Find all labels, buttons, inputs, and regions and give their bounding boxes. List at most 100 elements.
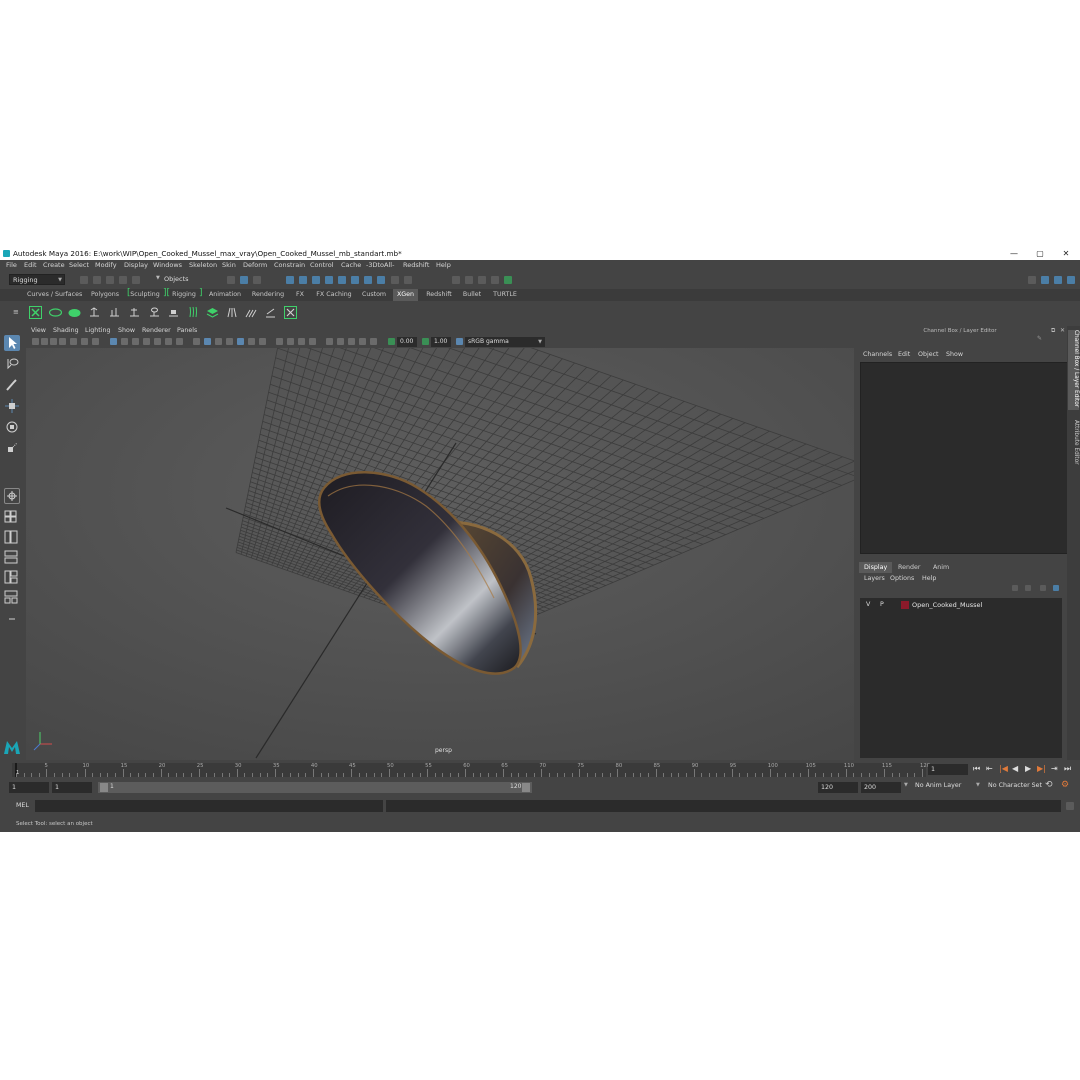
xgen-guides-to-curves-icon[interactable] bbox=[187, 306, 200, 319]
modeling-toolkit-icon[interactable] bbox=[1028, 276, 1036, 284]
layer-name[interactable]: Open_Cooked_Mussel bbox=[912, 601, 982, 609]
select-tool-icon[interactable] bbox=[4, 335, 20, 351]
menu-windows[interactable]: Windows bbox=[153, 261, 182, 269]
custom-layout-icon[interactable] bbox=[4, 590, 20, 604]
minimize-button[interactable]: — bbox=[1004, 247, 1024, 260]
persp-outliner-layout-icon[interactable] bbox=[4, 530, 20, 544]
backface-icon[interactable] bbox=[237, 338, 244, 345]
range-bar[interactable]: 1 120 bbox=[98, 782, 532, 793]
time-ruler[interactable]: 1 5 10 15 20 25 30 35 40 45 50 55 60 65 70 75 80 85 90 95 1… bbox=[12, 763, 930, 777]
maximize-button[interactable]: ▢ bbox=[1030, 247, 1050, 260]
xgen-select-guides-icon[interactable] bbox=[148, 306, 161, 319]
menu-skin[interactable]: Skin bbox=[222, 261, 236, 269]
render-current-icon[interactable] bbox=[465, 276, 473, 284]
grease-pencil-icon[interactable] bbox=[70, 338, 77, 345]
render-view-icon[interactable] bbox=[452, 276, 460, 284]
wireframe-on-shaded-icon[interactable] bbox=[132, 338, 139, 345]
xgen-groom-icon[interactable] bbox=[226, 306, 239, 319]
smooth-shade-icon[interactable] bbox=[121, 338, 128, 345]
single-perspective-layout-icon[interactable] bbox=[4, 488, 20, 504]
menu-control[interactable]: Control bbox=[310, 261, 334, 269]
layers-menu[interactable]: Layers bbox=[864, 575, 885, 582]
exposure-icon[interactable] bbox=[388, 338, 395, 345]
step-back-key-icon[interactable]: ⇤ bbox=[986, 764, 993, 773]
rotate-tool-icon[interactable] bbox=[4, 419, 20, 435]
xgen-sculpt-guide-icon[interactable] bbox=[108, 306, 121, 319]
anim-layer-label[interactable]: No Anim Layer bbox=[915, 782, 961, 789]
close-button[interactable]: ✕ bbox=[1056, 247, 1076, 260]
range-end-handle[interactable] bbox=[522, 783, 530, 792]
xgen-guides-icon[interactable] bbox=[68, 306, 81, 319]
menu-display[interactable]: Display bbox=[124, 261, 148, 269]
shelf-tab-sculpting[interactable]: Sculpting bbox=[128, 289, 162, 301]
playback-start-field[interactable]: 1 bbox=[52, 782, 92, 793]
new-scene-icon[interactable] bbox=[80, 276, 88, 284]
four-view-layout-icon[interactable] bbox=[4, 510, 20, 524]
shelf-tab-animation[interactable]: Animation bbox=[206, 289, 244, 301]
viewport-menu-view[interactable]: View bbox=[31, 326, 46, 336]
tab-render[interactable]: Render bbox=[893, 562, 925, 573]
menu-cache[interactable]: Cache bbox=[341, 261, 361, 269]
selection-mode-arrow-icon[interactable]: ▼ bbox=[156, 275, 160, 281]
isolate-select-icon[interactable] bbox=[193, 338, 200, 345]
xgen-interactive-groom-icon[interactable] bbox=[284, 306, 297, 319]
anim-layer-arrow-icon[interactable]: ▼ bbox=[904, 782, 908, 788]
view-transform-icon[interactable] bbox=[456, 338, 463, 345]
playback-end-field[interactable]: 120 bbox=[818, 782, 858, 793]
multisample-icon[interactable] bbox=[248, 338, 255, 345]
command-input[interactable] bbox=[35, 800, 383, 812]
shelf-tab-fx-caching[interactable]: FX Caching bbox=[314, 289, 354, 301]
step-back-frame-icon[interactable]: |◀ bbox=[999, 764, 1008, 773]
shelf-tab-redshift[interactable]: Redshift bbox=[424, 289, 454, 301]
selection-mode-label[interactable]: Objects bbox=[164, 275, 189, 283]
viewport-menu-show[interactable]: Show bbox=[118, 326, 135, 336]
bookmark-icon[interactable] bbox=[50, 338, 57, 345]
motion-blur-icon[interactable] bbox=[259, 338, 266, 345]
xray-joints-icon[interactable] bbox=[215, 338, 222, 345]
xgen-flip-icon[interactable] bbox=[264, 306, 277, 319]
menu-constrain[interactable]: Constrain bbox=[274, 261, 305, 269]
menu-help[interactable]: Help bbox=[436, 261, 451, 269]
menu-modify[interactable]: Modify bbox=[95, 261, 117, 269]
move-layer-up-icon[interactable] bbox=[1012, 585, 1018, 591]
move-tool-icon[interactable] bbox=[4, 398, 20, 414]
animation-start-field[interactable]: 1 bbox=[9, 782, 49, 793]
shelf-tab-curves-surfaces[interactable]: Curves / Surfaces bbox=[27, 289, 82, 301]
character-set-label[interactable]: No Character Set bbox=[988, 782, 1042, 789]
current-frame-field[interactable]: 1 bbox=[928, 764, 968, 775]
gamma-field[interactable]: 1.00 bbox=[431, 337, 451, 347]
vray-icon[interactable] bbox=[504, 276, 512, 284]
color-space-dropdown[interactable]: sRGB gamma ▼ bbox=[465, 337, 545, 347]
side-tab-channel-box[interactable]: Channel Box / Layer Editor bbox=[1068, 330, 1079, 410]
safe-action-icon[interactable] bbox=[337, 338, 344, 345]
layer-color-swatch[interactable] bbox=[901, 601, 909, 609]
snap-point-icon[interactable] bbox=[312, 276, 320, 284]
scale-tool-icon[interactable] bbox=[4, 440, 20, 456]
shelf-tab-turtle[interactable]: TURTLE bbox=[490, 289, 520, 301]
layer-visibility-toggle[interactable]: V bbox=[866, 601, 870, 608]
shelf-tab-custom[interactable]: Custom bbox=[360, 289, 388, 301]
shelf-tab-rigging[interactable]: Rigging bbox=[168, 289, 200, 301]
output-ops-icon[interactable] bbox=[377, 276, 385, 284]
help-menu[interactable]: Help bbox=[922, 575, 936, 582]
side-tab-attribute-editor[interactable]: Attribute Editor bbox=[1068, 420, 1079, 472]
viewport-menu-lighting[interactable]: Lighting bbox=[85, 326, 110, 336]
script-editor-icon[interactable] bbox=[1066, 802, 1074, 810]
menu-set-dropdown[interactable]: Rigging ▼ bbox=[9, 274, 65, 285]
xgen-lock-guides-icon[interactable] bbox=[167, 306, 180, 319]
xgen-add-guide-icon[interactable] bbox=[88, 306, 101, 319]
tab-anim[interactable]: Anim bbox=[928, 562, 954, 573]
xgen-comb-icon[interactable] bbox=[245, 306, 258, 319]
pin-icon[interactable]: ✎ bbox=[1037, 335, 1042, 342]
undo-icon[interactable] bbox=[119, 276, 127, 284]
new-layer-from-selected-icon[interactable] bbox=[1053, 585, 1059, 591]
play-backwards-icon[interactable]: ◀ bbox=[1012, 764, 1018, 773]
textured-icon[interactable] bbox=[143, 338, 150, 345]
go-to-end-icon[interactable]: ⏭ bbox=[1064, 764, 1071, 774]
color-management-icon[interactable] bbox=[359, 338, 366, 345]
menu-edit[interactable]: Edit bbox=[24, 261, 37, 269]
grid-toggle-icon[interactable] bbox=[81, 338, 88, 345]
channel-box-toggle-icon[interactable] bbox=[1067, 276, 1075, 284]
layer-playback-toggle[interactable]: P bbox=[880, 601, 884, 608]
shelf-tab-xgen[interactable]: XGen bbox=[393, 289, 418, 301]
